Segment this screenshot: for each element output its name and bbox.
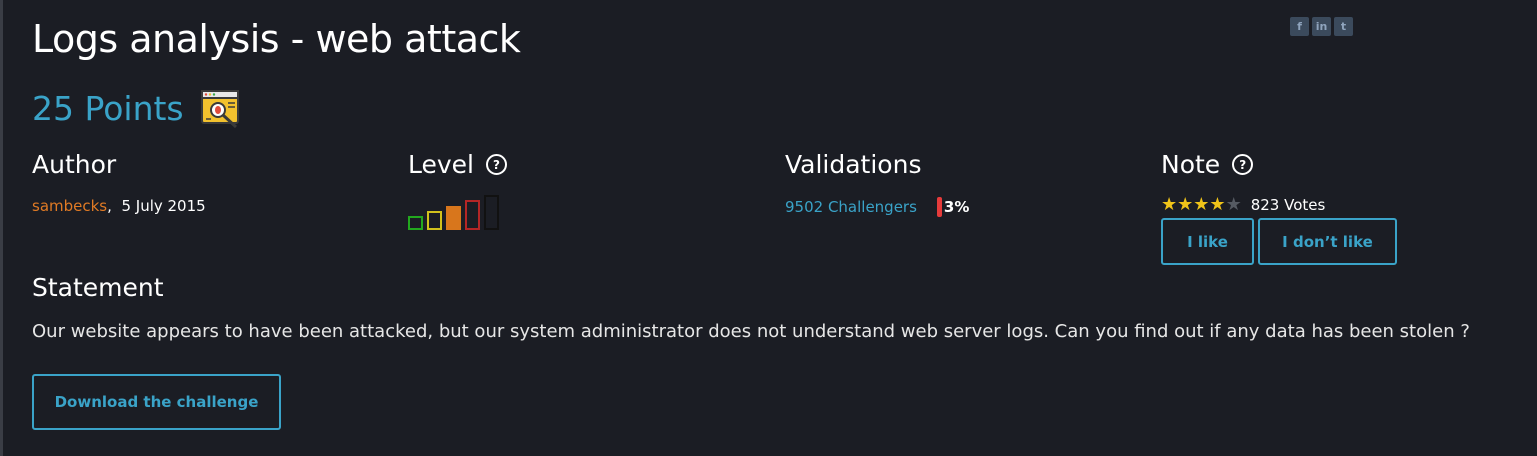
level-heading: Level [408, 150, 474, 179]
note-heading: Note [1161, 150, 1221, 179]
star-icon[interactable]: ★ [1177, 195, 1193, 215]
web-bug-icon[interactable] [200, 87, 242, 129]
validation-percent-bar [936, 197, 942, 217]
author-link[interactable]: sambecks [32, 197, 107, 215]
points-row: 25 Points [32, 87, 242, 129]
facebook-icon[interactable]: f [1290, 17, 1309, 36]
author-heading: Author [32, 150, 117, 179]
star-icon[interactable]: ★ [1161, 195, 1177, 215]
publish-date: 5 July 2015 [121, 197, 206, 215]
level-heading-row: Level ? [408, 150, 507, 179]
statement-heading: Statement [32, 273, 164, 302]
author-info: sambecks, 5 July 2015 [32, 197, 206, 215]
level-bar-5 [484, 195, 499, 230]
validations-section: Validations [785, 150, 921, 179]
star-icon[interactable]: ★ [1226, 195, 1242, 215]
note-section: Note ? [1161, 150, 1254, 179]
twitter-icon[interactable]: t [1334, 17, 1353, 36]
left-border [0, 0, 3, 456]
level-section: Level ? [408, 150, 507, 179]
level-bar-2 [427, 211, 442, 230]
challengers-link[interactable]: 9502 Challengers [785, 198, 917, 216]
challenge-points: 25 Points [32, 88, 184, 128]
level-bar-4 [465, 200, 480, 230]
challenge-page: Logs analysis - web attack f in t 25 Poi… [0, 0, 1537, 456]
validation-percent: 3% [943, 198, 970, 216]
social-share-bar: f in t [1290, 17, 1353, 36]
validations-heading: Validations [785, 150, 922, 179]
star-icon[interactable]: ★ [1193, 195, 1209, 215]
dislike-button[interactable]: I don’t like [1258, 218, 1397, 265]
level-help-icon[interactable]: ? [486, 154, 507, 175]
validations-info: 9502 Challengers 3% [785, 197, 969, 217]
challenge-title: Logs analysis - web attack [32, 17, 521, 61]
level-bar-1 [408, 216, 423, 230]
vote-count: 823 Votes [1250, 196, 1326, 214]
author-separator: , [107, 197, 112, 215]
level-bar-3 [446, 206, 461, 230]
difficulty-level-indicator [408, 195, 499, 230]
like-button[interactable]: I like [1161, 218, 1254, 265]
linkedin-icon[interactable]: in [1312, 17, 1331, 36]
note-heading-row: Note ? [1161, 150, 1254, 179]
rating-row: ★ ★ ★ ★ ★ 823 Votes [1161, 195, 1325, 215]
note-help-icon[interactable]: ? [1232, 154, 1254, 175]
statement-text: Our website appears to have been attacke… [32, 321, 1470, 342]
star-rating: ★ ★ ★ ★ ★ [1161, 195, 1242, 215]
star-icon[interactable]: ★ [1209, 195, 1225, 215]
author-section: Author [32, 150, 116, 179]
download-challenge-button[interactable]: Download the challenge [32, 374, 281, 430]
